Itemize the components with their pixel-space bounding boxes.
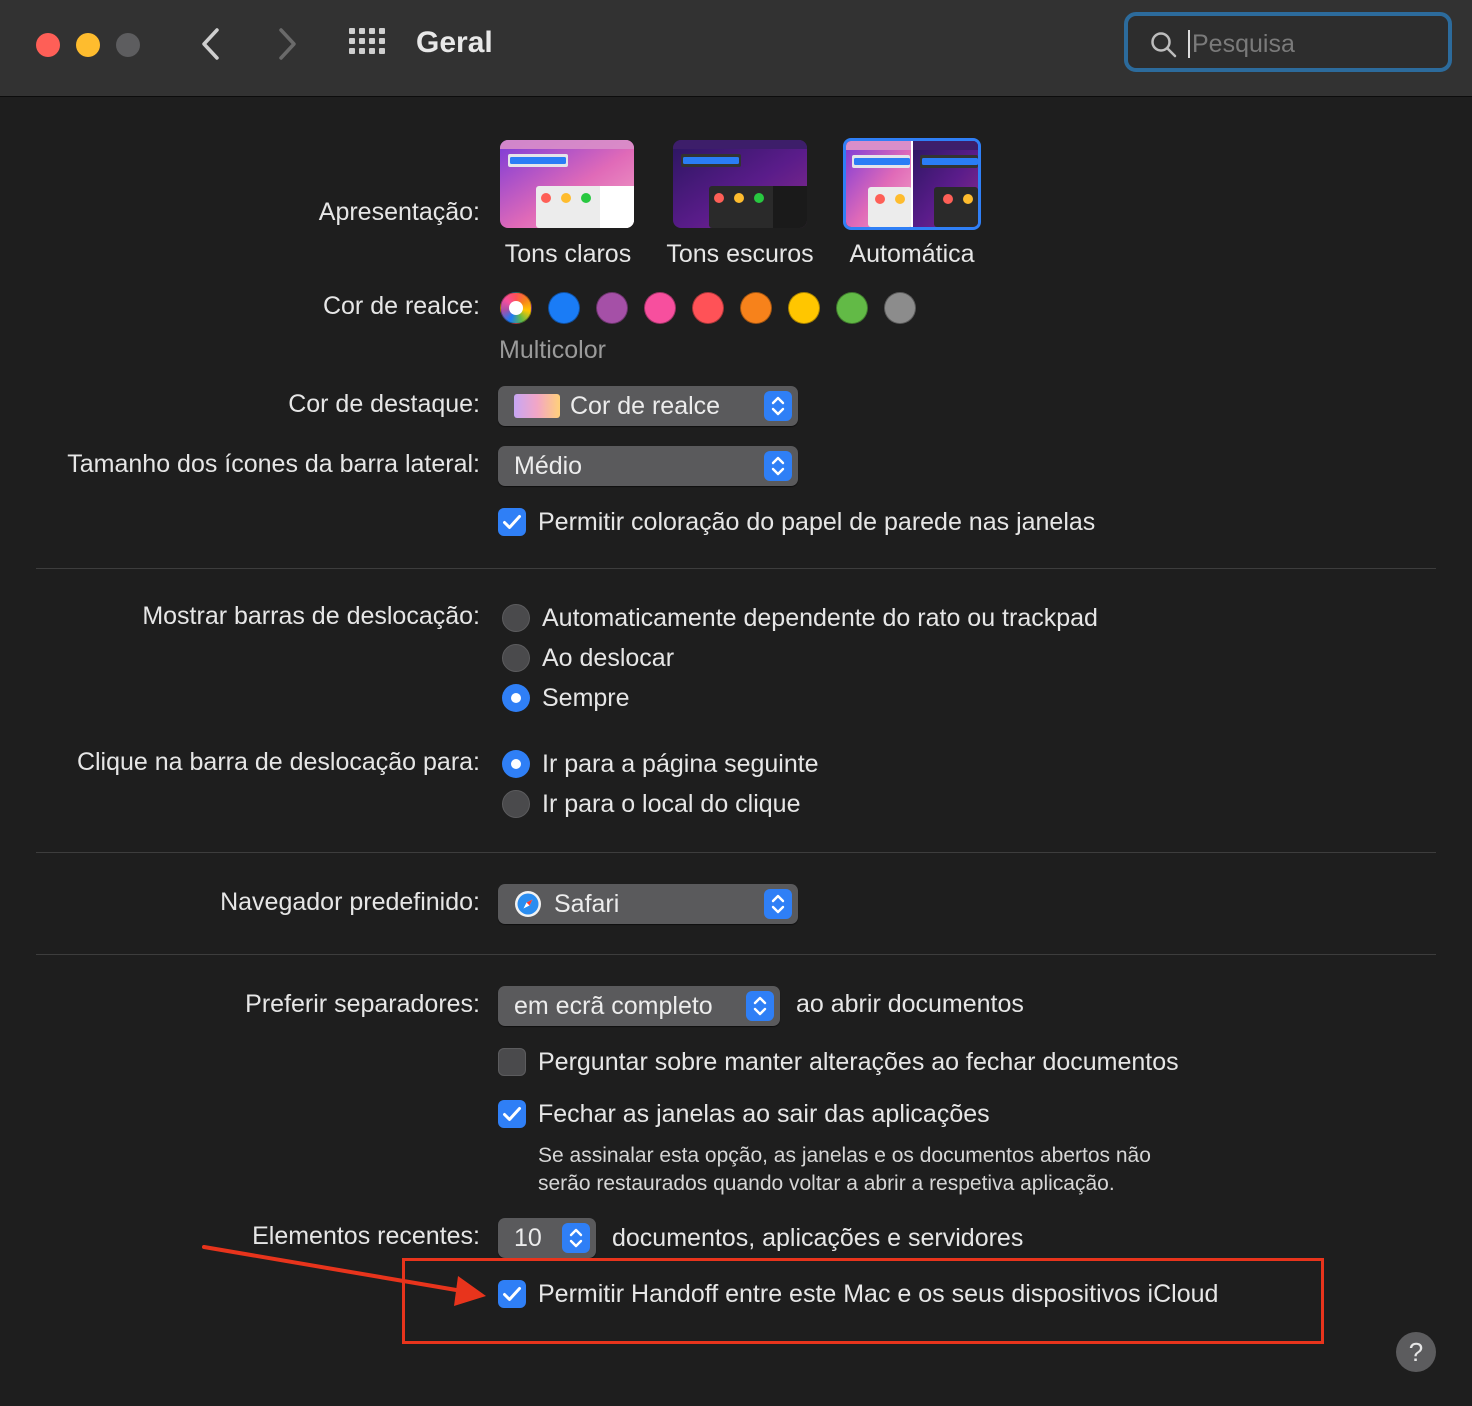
annotation-arrow-icon	[202, 1245, 486, 1306]
help-button[interactable]: ?	[1396, 1332, 1436, 1372]
